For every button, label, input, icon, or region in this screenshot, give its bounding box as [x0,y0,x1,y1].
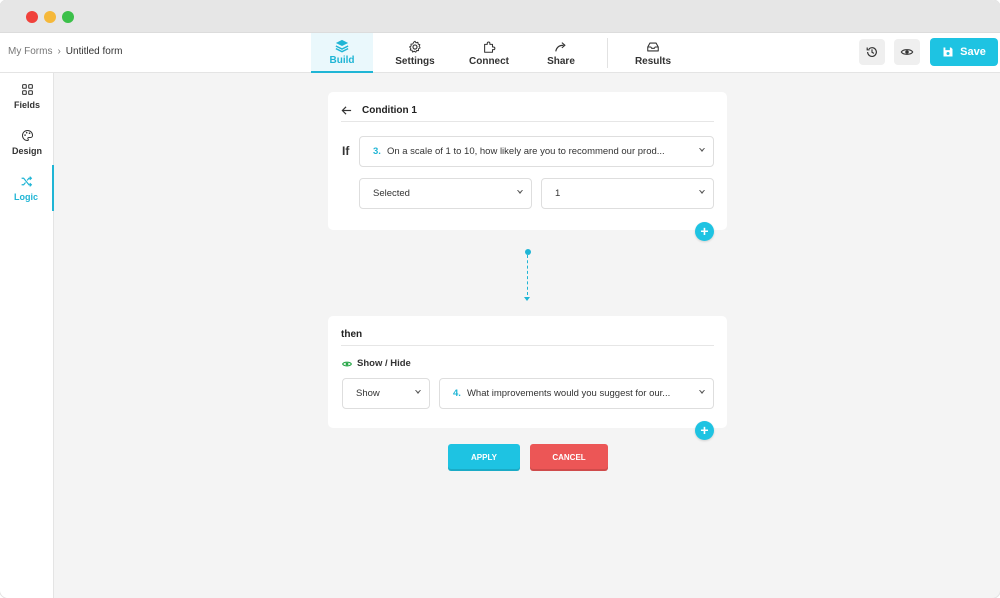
condition-card: Condition 1 If 3. On a scale of 1 to 10,… [328,92,727,230]
show-mode-value: Show [356,388,380,399]
condition-title: Condition 1 [362,105,417,116]
breadcrumb: My Forms › Untitled form [8,46,122,57]
connector-dot [525,249,531,255]
show-hide-text: Show / Hide [357,358,411,369]
puzzle-icon [484,41,496,53]
flow-connector [524,249,531,303]
arrow-down-icon [524,297,530,301]
tab-build[interactable]: Build [311,33,373,73]
save-button-label: Save [960,46,986,58]
operator-select[interactable]: Selected [359,178,532,209]
layers-icon [335,39,349,52]
eye-icon [900,49,914,55]
chevron-down-icon [699,190,705,194]
app-window: My Forms › Untitled form Build Settings … [0,0,1000,598]
show-mode-select[interactable]: Show [342,378,430,409]
action-title: then [341,329,363,340]
breadcrumb-separator: › [57,46,61,57]
sidebar-item-logic-label: Logic [14,191,38,202]
question-select[interactable]: 3. On a scale of 1 to 10, how likely are… [359,136,714,167]
add-condition-button[interactable]: + [695,222,714,241]
top-navigation-bar: My Forms › Untitled form Build Settings … [0,33,1000,73]
preview-button[interactable] [894,39,920,65]
sidebar-item-logic[interactable]: Logic [0,165,54,211]
tab-results[interactable]: Results [623,33,683,73]
apply-button[interactable]: APPLY [448,444,520,471]
tab-share-label: Share [547,55,575,67]
question-number: 3. [373,146,381,157]
history-button[interactable] [859,39,885,65]
gear-icon [409,40,421,53]
target-field-select[interactable]: 4. What improvements would you suggest f… [439,378,714,409]
save-button[interactable]: Save [930,38,998,66]
tab-connect-label: Connect [469,55,509,67]
history-icon [866,47,877,57]
cancel-button[interactable]: CANCEL [530,444,608,471]
maximize-window-button[interactable] [62,11,74,23]
left-sidebar: Fields Design Logic [0,73,54,598]
sidebar-item-design[interactable]: Design [0,119,54,165]
sidebar-item-fields[interactable]: Fields [0,73,54,119]
shuffle-icon [21,175,32,187]
palette-icon [21,129,33,141]
operator-value: Selected [373,188,410,199]
minimize-window-button[interactable] [44,11,56,23]
condition-header: Condition 1 [341,100,714,122]
action-header: then [341,324,714,346]
breadcrumb-current-form: Untitled form [65,46,123,57]
grid-icon [21,83,33,95]
target-text: What improvements would you suggest for … [466,388,671,399]
show-hide-label: Show / Hide [342,358,411,369]
tab-settings-label: Settings [395,55,435,67]
tab-build-label: Build [329,54,355,66]
chevron-down-icon [699,148,705,152]
chevron-down-icon [699,390,705,394]
sidebar-item-design-label: Design [11,145,42,156]
if-label: If [342,144,350,158]
value-selected: 1 [555,188,561,199]
floppy-disk-icon [943,47,953,57]
tab-results-label: Results [634,55,672,67]
chevron-down-icon [415,390,421,394]
connector-line [527,255,528,295]
tab-connect[interactable]: Connect [458,33,520,73]
nav-divider [607,38,608,68]
share-arrow-icon [555,41,566,52]
inbox-icon [647,42,659,51]
sidebar-item-fields-label: Fields [13,99,40,110]
question-text: On a scale of 1 to 10, how likely are yo… [386,146,665,157]
breadcrumb-my-forms[interactable]: My Forms [8,46,52,57]
value-select[interactable]: 1 [541,178,714,209]
action-card: then Show / Hide Show 4. What improvemen… [328,316,727,428]
tab-share[interactable]: Share [532,33,590,73]
add-action-button[interactable]: + [695,421,714,440]
close-window-button[interactable] [26,11,38,23]
back-arrow-icon[interactable] [341,105,352,116]
chevron-down-icon [517,190,523,194]
eye-icon [342,361,352,366]
title-bar [0,0,1000,33]
target-number: 4. [453,388,461,399]
tab-settings[interactable]: Settings [385,33,445,73]
